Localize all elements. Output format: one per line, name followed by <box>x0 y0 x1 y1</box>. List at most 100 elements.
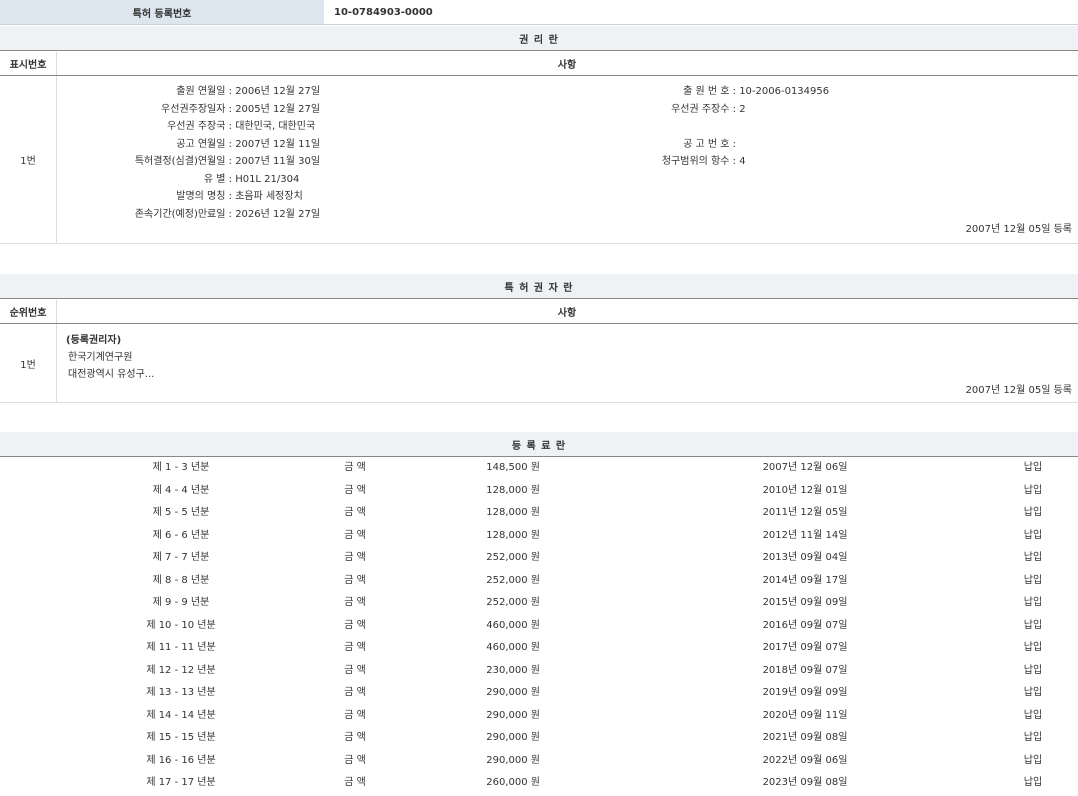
field-value: 2 <box>739 104 745 115</box>
fee-paid-date: 2017년 09월 07일 <box>700 637 910 659</box>
fee-status: 납입 <box>1010 772 1056 794</box>
fee-amount-label: 금 액 <box>330 750 380 772</box>
fee-row: 제 11 - 11 년분금 액460,000 원2017년 09월 07일납입 <box>0 637 1078 660</box>
field-label: 발명의 명칭 : <box>60 188 232 205</box>
fee-row: 제 4 - 4 년분금 액128,000 원2010년 12월 01일납입 <box>0 480 1078 503</box>
fee-paid-date: 2015년 09월 09일 <box>700 592 910 614</box>
rights-registration-date: 2007년 12월 05일 등록 <box>966 220 1072 235</box>
fee-status: 납입 <box>1010 592 1056 614</box>
holder-registration-date: 2007년 12월 05일 등록 <box>966 381 1072 396</box>
field-label: 우선권 주장국 : <box>60 118 232 135</box>
fee-paid-date: 2007년 12월 06일 <box>700 457 910 479</box>
fee-period: 제 5 - 5 년분 <box>0 502 362 524</box>
fee-row: 제 5 - 5 년분금 액128,000 원2011년 12월 05일납입 <box>0 502 1078 525</box>
fee-amount-label: 금 액 <box>330 772 380 794</box>
row-number: 1번 <box>0 324 57 402</box>
registration-number-value: 10-0784903-0000 <box>324 0 1078 25</box>
rights-section-title: 권 리 란 <box>0 26 1078 51</box>
fee-amount-label: 금 액 <box>330 457 380 479</box>
fee-status: 납입 <box>1010 750 1056 772</box>
fee-row: 제 7 - 7 년분금 액252,000 원2013년 09월 04일납입 <box>0 547 1078 570</box>
rights-field: 우선권주장일자 : 2005년 12월 27일 <box>60 101 320 118</box>
fee-status: 납입 <box>1010 570 1056 592</box>
fee-period: 제 12 - 12 년분 <box>0 660 362 682</box>
rights-field: 발명의 명칭 : 초음파 세정장치 <box>60 188 303 205</box>
fee-status: 납입 <box>1010 480 1056 502</box>
fee-status: 납입 <box>1010 682 1056 704</box>
fee-amount: 290,000 원 <box>400 750 540 772</box>
fee-amount-label: 금 액 <box>330 660 380 682</box>
rights-column-header: 표시번호 사항 <box>0 52 1078 76</box>
field-value: 초음파 세정장치 <box>235 191 303 202</box>
rights-field: 우선권 주장수 : 2 <box>560 101 746 118</box>
fee-period: 제 10 - 10 년분 <box>0 615 362 637</box>
holder-column-header: 순위번호 사항 <box>0 300 1078 324</box>
fee-amount: 128,000 원 <box>400 502 540 524</box>
rights-field: 공고 연월일 : 2007년 12월 11일 <box>60 136 320 153</box>
fee-paid-date: 2011년 12월 05일 <box>700 502 910 524</box>
fee-status: 납입 <box>1010 615 1056 637</box>
fee-amount-label: 금 액 <box>330 570 380 592</box>
fee-period: 제 13 - 13 년분 <box>0 682 362 704</box>
rank-number-header: 순위번호 <box>0 300 57 323</box>
fee-paid-date: 2014년 09월 17일 <box>700 570 910 592</box>
fee-paid-date: 2013년 09월 04일 <box>700 547 910 569</box>
field-value: H01L 21/304 <box>235 174 299 185</box>
holder-name: 한국기계연구원 <box>68 348 132 363</box>
fee-amount-label: 금 액 <box>330 547 380 569</box>
fee-row: 제 13 - 13 년분금 액290,000 원2019년 09월 09일납입 <box>0 682 1078 705</box>
field-value: 2005년 12월 27일 <box>235 104 320 115</box>
fee-period: 제 14 - 14 년분 <box>0 705 362 727</box>
fee-paid-date: 2016년 09월 07일 <box>700 615 910 637</box>
holder-row: 1번 (등록권리자) 한국기계연구원 대전광역시 유성구... 2007년 12… <box>0 324 1078 403</box>
fee-period: 제 8 - 8 년분 <box>0 570 362 592</box>
fee-period: 제 15 - 15 년분 <box>0 727 362 749</box>
rights-field: 출 원 번 호 : 10-2006-0134956 <box>560 83 829 100</box>
fee-status: 납입 <box>1010 660 1056 682</box>
holder-type: (등록권리자) <box>66 331 121 346</box>
registration-number-label: 특허 등록번호 <box>0 0 324 25</box>
fee-amount: 460,000 원 <box>400 615 540 637</box>
fee-amount-label: 금 액 <box>330 705 380 727</box>
field-label: 존속기간(예정)만료일 : <box>60 206 232 223</box>
field-value: 2006년 12월 27일 <box>235 86 320 97</box>
fee-row: 제 10 - 10 년분금 액 460,000 원 2016년 09월 07일 납입 <box>0 615 1078 638</box>
field-label: 특허결정(심결)연월일 : <box>60 153 232 170</box>
fee-row: 제 6 - 6 년분금 액128,000 원2012년 11월 14일납입 <box>0 525 1078 548</box>
fee-period: 제 6 - 6 년분 <box>0 525 362 547</box>
holder-address: 대전광역시 유성구... <box>68 365 154 380</box>
fee-amount-label: 금 액 <box>330 727 380 749</box>
fee-table: 제 1 - 3 년분금 액148,500 원2007년 12월 06일납입제 4… <box>0 457 1078 796</box>
display-number-header: 표시번호 <box>0 52 57 75</box>
field-label: 공고 연월일 : <box>60 136 232 153</box>
fee-amount-label: 금 액 <box>330 615 380 637</box>
fee-amount: 252,000 원 <box>400 592 540 614</box>
rights-field: 유 별 : H01L 21/304 <box>60 171 299 188</box>
fee-row: 제 17 - 17 년분금 액260,000 원2023년 09월 08일납입 <box>0 772 1078 795</box>
fee-period: 제 17 - 17 년분 <box>0 772 362 794</box>
fee-period: 제 16 - 16 년분 <box>0 750 362 772</box>
fee-amount-label: 금 액 <box>330 592 380 614</box>
field-label: 출 원 번 호 : <box>560 83 736 100</box>
fee-amount: 128,000 원 <box>400 480 540 502</box>
content-header: 사항 <box>56 300 1078 323</box>
fee-row: 제 15 - 15 년분금 액290,000 원2021년 09월 08일납입 <box>0 727 1078 750</box>
fee-amount: 230,000 원 <box>400 660 540 682</box>
fee-amount: 290,000 원 <box>400 727 540 749</box>
fee-row: 제 14 - 14 년분금 액290,000 원2020년 09월 11일납입 <box>0 705 1078 728</box>
fee-paid-date: 2021년 09월 08일 <box>700 727 910 749</box>
fee-amount: 252,000 원 <box>400 570 540 592</box>
rights-field: 우선권 주장국 : 대한민국, 대한민국 <box>60 118 315 135</box>
fee-row: 제 16 - 16 년분금 액290,000 원2022년 09월 06일납입 <box>0 750 1078 773</box>
rights-field: 청구범위의 항수 : 4 <box>560 153 746 170</box>
rights-row: 1번 출원 연월일 : 2006년 12월 27일우선권주장일자 : 2005년… <box>0 76 1078 244</box>
fee-paid-date: 2023년 09월 08일 <box>700 772 910 794</box>
fee-amount-label: 금 액 <box>330 637 380 659</box>
field-value: 대한민국, 대한민국 <box>235 121 315 132</box>
fee-amount-label: 금 액 <box>330 480 380 502</box>
fee-section-title: 등 록 료 란 <box>0 432 1078 457</box>
fee-period: 제 11 - 11 년분 <box>0 637 362 659</box>
fee-status: 납입 <box>1010 525 1056 547</box>
rights-field: 특허결정(심결)연월일 : 2007년 11월 30일 <box>60 153 320 170</box>
fee-period: 제 9 - 9 년분 <box>0 592 362 614</box>
